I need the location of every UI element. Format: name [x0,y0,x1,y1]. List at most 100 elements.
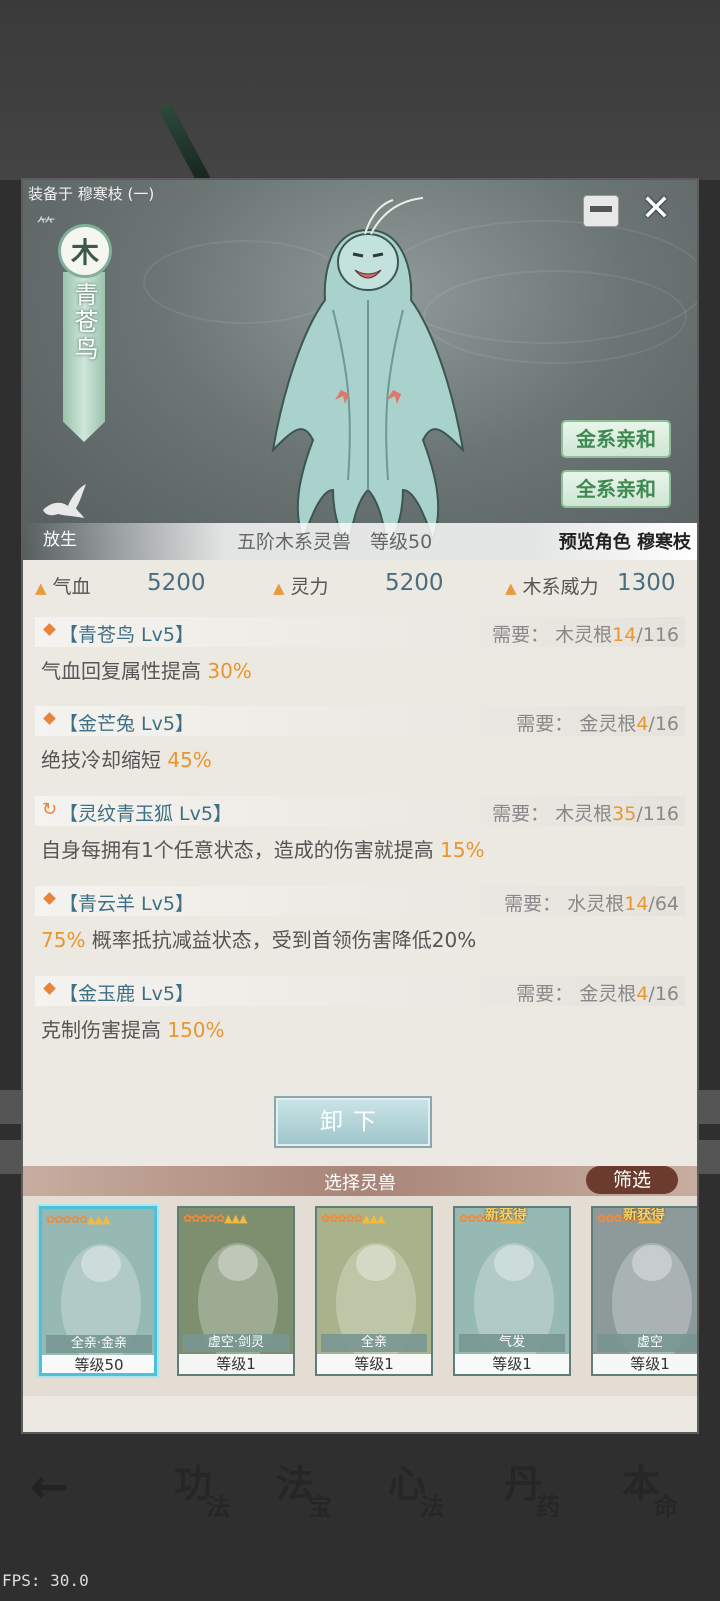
nav-small-char: 命 [654,1493,678,1521]
storage-chest-icon[interactable] [583,195,619,227]
diamond-icon [43,623,56,636]
skill-requirement: 需要： 木灵根14/116 [492,620,679,647]
stat-wood-power: ▲ 木系威力 1300 [505,570,676,599]
nav-small-char: 法 [206,1493,230,1521]
skill-header: 【青云羊 Lv5】 需要： 水灵根14/64 [35,886,685,916]
beast-card-list[interactable]: ✿✿✿✿✿▲▲▲ 全亲·金亲 等级50 ✿✿✿✿✿▲▲▲ 虚空·剑灵 等级1 ✿… [23,1196,697,1396]
stat-hp: ▲ 气血 5200 [35,570,206,599]
nav-small-char: 药 [536,1493,560,1521]
filter-button[interactable]: 筛选 [586,1166,678,1194]
req-label: 需要： [504,893,562,915]
req-root: 金灵根 [579,713,637,735]
req-have: 35 [612,803,637,825]
nav-tab-fabao[interactable]: 法 宝 [262,1453,362,1533]
req-root: 金灵根 [579,983,637,1005]
nav-tab-benming[interactable]: 本 命 [608,1453,708,1533]
stat-mana: ▲ 灵力 5200 [273,570,444,599]
req-root: 水灵根 [567,893,625,915]
skill-header: 【金玉鹿 Lv5】 需要： 金灵根4/16 [35,976,685,1006]
star-rating-icon: ✿✿✿✿✿▲▲▲ [46,1213,111,1226]
req-label: 需要： [492,803,550,825]
element-icon: 木 [58,224,112,278]
req-have: 4 [636,713,649,735]
req-label: 需要： [492,624,550,646]
preview-character[interactable]: 预览角色 穆寒枝 [559,528,691,554]
skill-requirement: 需要： 木灵根35/116 [492,799,679,826]
background-strip [696,1140,720,1174]
diamond-icon [43,712,56,725]
dove-icon [43,484,86,518]
beast-card[interactable]: ✿✿✿✿✿▲▲▲ 全亲 等级1 [315,1206,433,1376]
stat-label: 木系威力 [522,576,599,598]
nav-tab-gongfa[interactable]: 功 法 [160,1453,260,1533]
affinity-badge-all[interactable]: 全系亲和 [561,470,671,508]
stat-label: 灵力 [290,576,329,598]
up-arrow-icon: ▲ [35,579,47,597]
beast-illustration [271,197,465,550]
req-need: /16 [648,713,679,735]
up-arrow-icon: ▲ [505,579,517,597]
background-strip [0,1140,24,1174]
refresh-icon: ↻ [42,799,58,820]
skill-item: 【金芒兔 Lv5】 需要： 金灵根4/16 45%绝技冷却缩短 45% [35,706,685,786]
new-badge: 新获得 [485,1207,527,1223]
beast-card-level: 等级1 [317,1354,431,1374]
skill-description: 15%自身每拥有1个任意状态，造成的伤害就提高 15% [41,834,485,863]
nav-small-char: 法 [420,1493,444,1521]
beast-card-level: 等级1 [455,1354,569,1374]
skill-description: 150%克制伤害提高 150% [41,1014,225,1043]
stat-value: 1300 [617,570,676,596]
desc-highlight: 45% [167,748,212,772]
desc-highlight-pre: 75% [41,928,86,952]
skill-item: 【青云羊 Lv5】 需要： 水灵根14/64 75%75% 概率抵抗减益状态，受… [35,886,685,966]
skill-header: 【金芒兔 Lv5】 需要： 金灵根4/16 [35,706,685,736]
skill-header: ↻ 【灵纹青玉狐 Lv5】 需要： 木灵根35/116 [35,796,685,826]
beast-card-tag: 全亲 [321,1334,427,1352]
bottom-nav: ← 功 法 法 宝 心 法 丹 药 本 命 [0,1433,720,1583]
beast-card-level: 等级50 [42,1355,154,1373]
req-have: 4 [636,983,649,1005]
info-bar: 五阶木系灵兽 等级50 预览角色 穆寒枝 [23,523,697,560]
skill-description: 30%气血回复属性提高 30% [41,655,252,684]
req-label: 需要： [516,983,574,1005]
beast-card[interactable]: ✿✿✿✿✿▲▲▲ 全亲·金亲 等级50 [39,1206,157,1376]
new-badge: 新获得 [623,1207,665,1223]
background-scene [0,0,720,180]
background-strip [0,1090,24,1124]
nav-tab-danyao[interactable]: 丹 药 [490,1453,590,1533]
beast-card-tag: 虚空 [597,1334,697,1352]
unequip-button[interactable]: 卸下 [276,1098,430,1146]
req-need: /116 [636,803,679,825]
skill-requirement: 需要： 水灵根14/64 [504,889,679,916]
beast-card-tag: 全亲·金亲 [46,1335,152,1353]
back-arrow-icon[interactable]: ← [30,1459,69,1513]
req-need: /116 [636,624,679,646]
beast-card-level: 等级1 [179,1354,293,1374]
skill-title: 【金芒兔 Lv5】 [59,713,194,735]
beast-card[interactable]: ✿✿✿✿✿▲▲▲ 虚空·剑灵 等级1 [177,1206,295,1376]
req-have: 14 [624,893,649,915]
skill-title: 【灵纹青玉狐 Lv5】 [59,803,232,825]
req-label: 需要： [516,713,574,735]
beast-card[interactable]: ✿✿✿✿✿▲▲▲ 新获得 气发 等级1 [453,1206,571,1376]
stat-label: 气血 [52,576,91,598]
req-root: 木灵根 [555,624,613,646]
desc-highlight: 15% [440,838,485,862]
skill-item: ↻ 【灵纹青玉狐 Lv5】 需要： 木灵根35/116 15%自身每拥有1个任意… [35,796,685,876]
close-icon[interactable]: ✕ [637,190,675,228]
skill-item: 【青苍鸟 Lv5】 需要： 木灵根14/116 30%气血回复属性提高 30% [35,617,685,697]
req-need: /64 [648,893,679,915]
beast-card-tag: 气发 [459,1334,565,1352]
beast-card-level: 等级1 [593,1354,697,1374]
nav-tab-xinfa[interactable]: 心 法 [374,1453,474,1533]
nav-small-char: 宝 [308,1493,332,1521]
req-root: 木灵根 [555,803,613,825]
affinity-badge-metal[interactable]: 金系亲和 [561,420,671,458]
skill-title: 【青苍鸟 Lv5】 [59,624,194,646]
desc-highlight: 30% [207,659,252,683]
skill-requirement: 需要： 金灵根4/16 [516,709,679,736]
beast-card[interactable]: ✿✿✿✿✿▲▲▲ 新获得 虚空 等级1 [591,1206,697,1376]
desc-text: 绝技冷却缩短 [41,748,168,772]
diamond-icon [43,892,56,905]
beast-portrait: 装备于 穆寒枝 (一) ⺮ 木 青苍鸟 放生 ✕ 金系亲和 全系亲和 [23,180,697,560]
